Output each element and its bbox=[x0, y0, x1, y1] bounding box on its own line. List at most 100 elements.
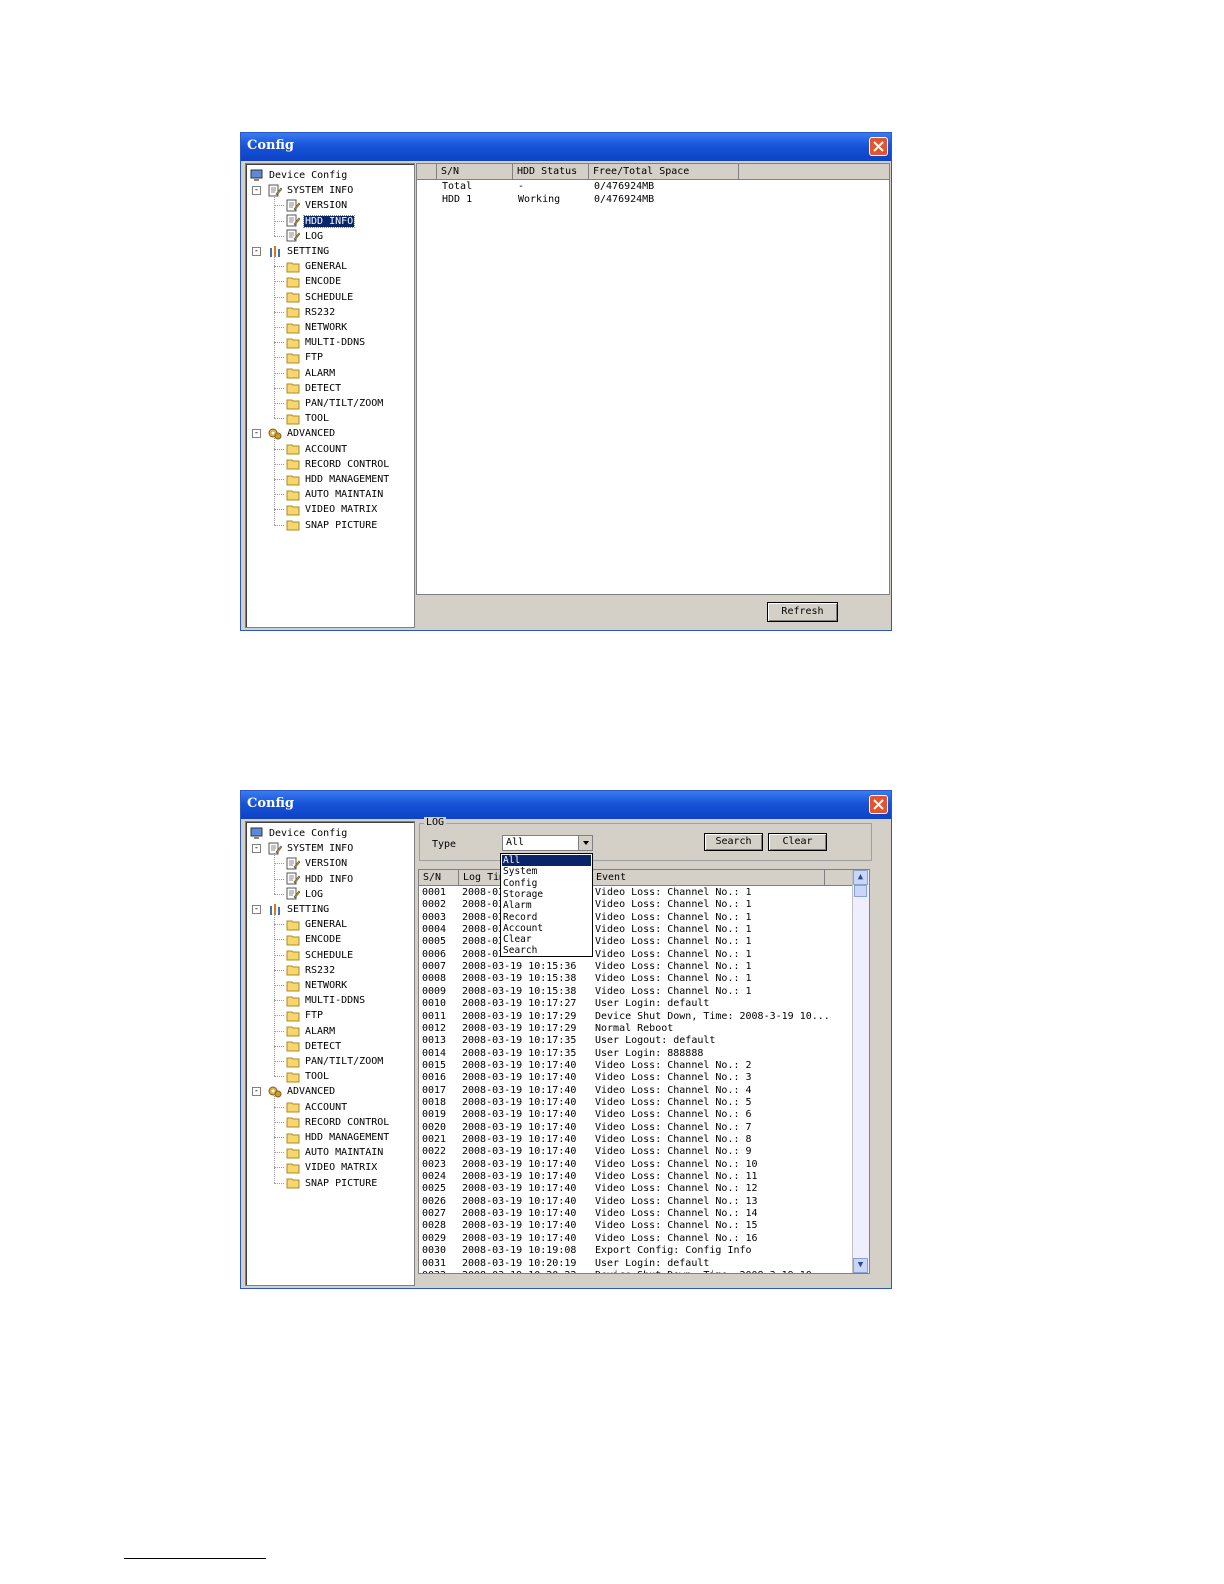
tree-item-advanced[interactable]: ADVANCED bbox=[268, 426, 336, 441]
table-row[interactable]: 0010 2008-03-19 10:17:27 User Login: defau… bbox=[419, 998, 855, 1010]
table-row[interactable]: 0001 2008-03 Video Loss: Channel No.: 1 bbox=[419, 887, 855, 899]
table-row[interactable]: 0018 2008-03-19 10:17:40 Video Loss: Chann… bbox=[419, 1097, 855, 1109]
tree-item-multi-ddns[interactable]: MULTI-DDNS bbox=[286, 335, 366, 350]
tree-item-pan-tilt-zoom[interactable]: PAN/TILT/ZOOM bbox=[286, 396, 384, 411]
type-dropdown-list[interactable]: All System Config Storage Alarm Record Account… bbox=[500, 853, 593, 957]
table-row[interactable]: 0023 2008-03-19 10:17:40 Video Loss: Chann… bbox=[419, 1159, 855, 1171]
table-row[interactable]: 0022 2008-03-19 10:17:40 Video Loss: Chann… bbox=[419, 1146, 855, 1158]
type-option-record[interactable]: Record bbox=[502, 912, 591, 923]
tree-item-network[interactable]: NETWORK bbox=[286, 978, 348, 993]
scrollbar-thumb[interactable] bbox=[854, 885, 867, 897]
tree-item-encode[interactable]: ENCODE bbox=[286, 274, 342, 289]
table-row[interactable]: 0028 2008-03-19 10:17:40 Video Loss: Chann… bbox=[419, 1220, 855, 1232]
collapse-toggle-icon[interactable]: - bbox=[252, 1087, 261, 1097]
tree-item-account[interactable]: ACCOUNT bbox=[286, 1100, 348, 1115]
tree-item-advanced[interactable]: ADVANCED bbox=[268, 1084, 336, 1099]
tree-item-general[interactable]: GENERAL bbox=[286, 259, 348, 274]
hdd-table[interactable]: S/N HDD Status Free/Total Space Total - 0/… bbox=[416, 163, 890, 595]
table-row[interactable]: 0025 2008-03-19 10:17:40 Video Loss: Chann… bbox=[419, 1183, 855, 1195]
table-row[interactable]: 0024 2008-03-19 10:17:40 Video Loss: Chann… bbox=[419, 1171, 855, 1183]
column-header-hdd-status[interactable]: HDD Status bbox=[513, 164, 589, 180]
tree-item-ftp[interactable]: FTP bbox=[286, 1008, 324, 1023]
tree-item-rs232[interactable]: RS232 bbox=[286, 305, 336, 320]
tree-item-record-control[interactable]: RECORD CONTROL bbox=[286, 1115, 390, 1130]
table-row[interactable]: 0026 2008-03-19 10:17:40 Video Loss: Chann… bbox=[419, 1196, 855, 1208]
tree-item-log[interactable]: LOG bbox=[286, 887, 324, 902]
table-row[interactable]: 0012 2008-03-19 10:17:29 Normal Reboot bbox=[419, 1023, 855, 1035]
tree-item-ftp[interactable]: FTP bbox=[286, 350, 324, 365]
tree-item-auto-maintain[interactable]: AUTO MAINTAIN bbox=[286, 1145, 384, 1160]
chevron-down-icon[interactable] bbox=[578, 836, 592, 850]
search-button[interactable]: Search bbox=[704, 833, 763, 851]
tree-item-schedule[interactable]: SCHEDULE bbox=[286, 948, 354, 963]
tree-item-snap-picture[interactable]: SNAP PICTURE bbox=[286, 518, 378, 533]
vertical-scrollbar[interactable]: ▲ ▼ bbox=[852, 870, 869, 1273]
table-row[interactable]: 0013 2008-03-19 10:17:35 User Logout: defa… bbox=[419, 1035, 855, 1047]
tree-item-tool[interactable]: TOOL bbox=[286, 411, 330, 426]
tree-item-video-matrix[interactable]: VIDEO MATRIX bbox=[286, 502, 378, 517]
collapse-toggle-icon[interactable]: - bbox=[252, 429, 261, 439]
type-option-search[interactable]: Search bbox=[502, 945, 591, 956]
tree-item-detect[interactable]: DETECT bbox=[286, 1039, 342, 1054]
table-row[interactable]: 0015 2008-03-19 10:17:40 Video Loss: Chann… bbox=[419, 1060, 855, 1072]
table-row[interactable]: 0027 2008-03-19 10:17:40 Video Loss: Chann… bbox=[419, 1208, 855, 1220]
collapse-toggle-icon[interactable]: - bbox=[252, 247, 261, 256]
column-header-event[interactable]: Event bbox=[592, 870, 825, 886]
tree-item-version[interactable]: VERSION bbox=[286, 856, 348, 871]
table-row[interactable]: 0006 2008-03 Video Loss: Channel No.: 1 bbox=[419, 949, 855, 961]
type-option-storage[interactable]: Storage bbox=[502, 889, 591, 900]
tree-item-account[interactable]: ACCOUNT bbox=[286, 442, 348, 457]
collapse-toggle-icon[interactable]: - bbox=[252, 186, 261, 196]
table-row[interactable]: 0019 2008-03-19 10:17:40 Video Loss: Chann… bbox=[419, 1109, 855, 1121]
table-row[interactable]: 0011 2008-03-19 10:17:29 Device Shut Down,… bbox=[419, 1011, 855, 1023]
tree-item-pan-tilt-zoom[interactable]: PAN/TILT/ZOOM bbox=[286, 1054, 384, 1069]
type-option-all[interactable]: All bbox=[502, 855, 591, 866]
table-row[interactable]: 0008 2008-03-19 10:15:38 Video Loss: Chann… bbox=[419, 973, 855, 985]
clear-button[interactable]: Clear bbox=[768, 833, 827, 851]
tree-item-video-matrix[interactable]: VIDEO MATRIX bbox=[286, 1160, 378, 1175]
scroll-down-icon[interactable]: ▼ bbox=[853, 1258, 868, 1273]
tree-item-alarm[interactable]: ALARM bbox=[286, 366, 336, 381]
type-option-clear[interactable]: Clear bbox=[502, 934, 591, 945]
config-tree[interactable]: Device Config SYSTEM INFO - VERSION HDD INFO… bbox=[245, 163, 415, 628]
column-header-sn[interactable]: S/N bbox=[437, 164, 513, 180]
tree-item-general[interactable]: GENERAL bbox=[286, 917, 348, 932]
tree-item-device-config[interactable]: Device Config bbox=[250, 168, 348, 183]
table-row[interactable]: 0030 2008-03-19 10:19:08 Export Config: Co… bbox=[419, 1245, 855, 1257]
table-row[interactable]: 0007 2008-03-19 10:15:36 Video Loss: Chann… bbox=[419, 961, 855, 973]
table-row[interactable]: 0032 2008-03-19 10:20:22 Device Shut Down,… bbox=[419, 1270, 855, 1273]
collapse-toggle-icon[interactable]: - bbox=[252, 844, 261, 854]
tree-item-setting[interactable]: SETTING bbox=[268, 244, 330, 259]
refresh-button[interactable]: Refresh bbox=[767, 602, 838, 622]
type-option-alarm[interactable]: Alarm bbox=[502, 900, 591, 911]
table-row[interactable]: 0005 2008-03 Video Loss: Channel No.: 1 bbox=[419, 936, 855, 948]
table-row[interactable]: 0029 2008-03-19 10:17:40 Video Loss: Chann… bbox=[419, 1233, 855, 1245]
tree-item-device-config[interactable]: Device Config bbox=[250, 826, 348, 841]
title-bar[interactable]: Config bbox=[241, 133, 891, 161]
tree-item-snap-picture[interactable]: SNAP PICTURE bbox=[286, 1176, 378, 1191]
tree-item-detect[interactable]: DETECT bbox=[286, 381, 342, 396]
collapse-toggle-icon[interactable]: - bbox=[252, 905, 261, 914]
table-row[interactable]: 0002 2008-03 Video Loss: Channel No.: 1 bbox=[419, 899, 855, 911]
table-row[interactable]: 0016 2008-03-19 10:17:40 Video Loss: Chann… bbox=[419, 1072, 855, 1084]
type-select[interactable]: All bbox=[502, 835, 593, 851]
tree-item-encode[interactable]: ENCODE bbox=[286, 932, 342, 947]
close-button[interactable] bbox=[869, 137, 888, 156]
table-row[interactable]: 0014 2008-03-19 10:17:35 User Login: 88888… bbox=[419, 1048, 855, 1060]
type-option-account[interactable]: Account bbox=[502, 923, 591, 934]
title-bar[interactable]: Config bbox=[241, 791, 891, 819]
type-option-system[interactable]: System bbox=[502, 866, 591, 877]
tree-item-system-info[interactable]: SYSTEM INFO bbox=[268, 183, 354, 198]
column-header-sn[interactable]: S/N bbox=[419, 870, 459, 886]
column-header-space[interactable]: Free/Total Space bbox=[589, 164, 739, 180]
tree-item-tool[interactable]: TOOL bbox=[286, 1069, 330, 1084]
tree-item-network[interactable]: NETWORK bbox=[286, 320, 348, 335]
table-row[interactable]: 0031 2008-03-19 10:20:19 User Login: defau… bbox=[419, 1258, 855, 1270]
tree-item-multi-ddns[interactable]: MULTI-DDNS bbox=[286, 993, 366, 1008]
tree-item-system-info[interactable]: SYSTEM INFO bbox=[268, 841, 354, 856]
tree-item-rs232[interactable]: RS232 bbox=[286, 963, 336, 978]
tree-item-hdd-management[interactable]: HDD MANAGEMENT bbox=[286, 472, 390, 487]
tree-item-schedule[interactable]: SCHEDULE bbox=[286, 290, 354, 305]
tree-item-hdd-management[interactable]: HDD MANAGEMENT bbox=[286, 1130, 390, 1145]
table-row[interactable]: 0004 2008-03 Video Loss: Channel No.: 1 bbox=[419, 924, 855, 936]
